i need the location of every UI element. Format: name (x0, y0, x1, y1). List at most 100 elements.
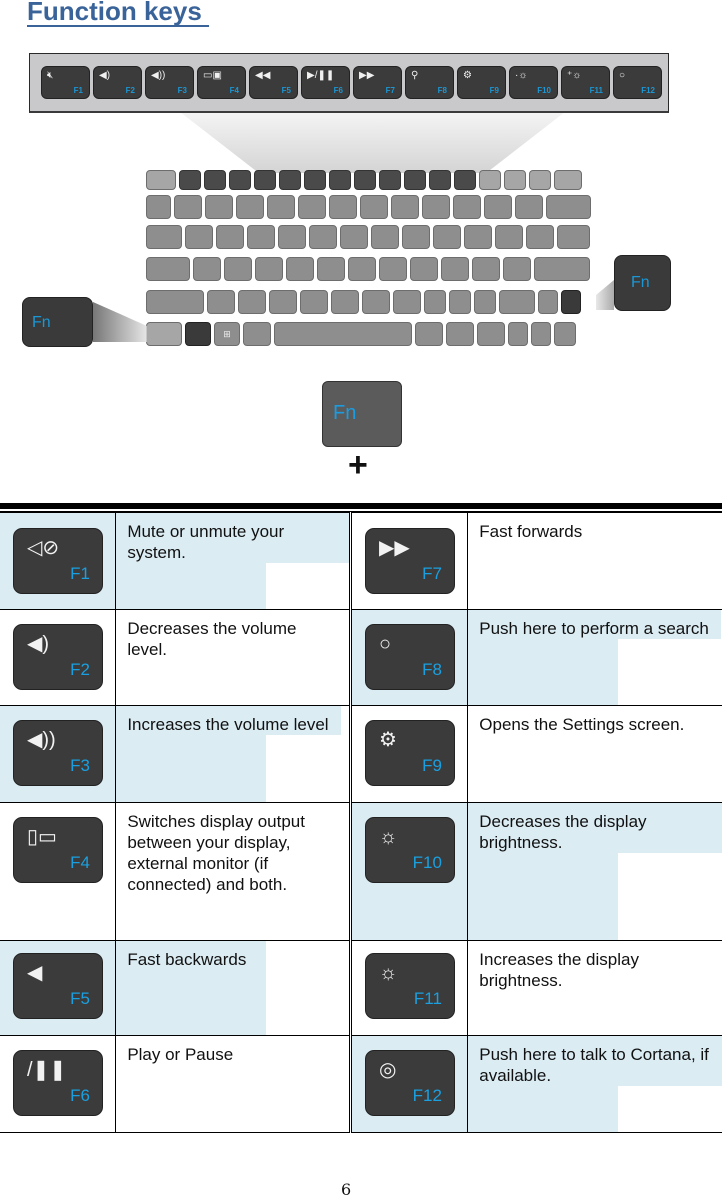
key-cell: ○ F8 (349, 609, 469, 706)
gear-icon: ⚙ (378, 729, 397, 751)
key-cell: ◀ F5 (0, 940, 117, 1036)
gear-icon: ⚙ (463, 70, 472, 81)
strip-key-f2: ◀) F2 (93, 66, 142, 99)
key-label: F8 (437, 86, 447, 95)
brightness-up-icon: ☼ (378, 962, 398, 984)
key-label: F11 (589, 86, 603, 95)
description-f5: Fast backwards (116, 941, 259, 970)
callout-beam (596, 280, 614, 310)
description-f6: Play or Pause (127, 1045, 234, 1064)
key-cell: ◁⊘ F1 (0, 512, 117, 610)
volume-up-icon: ◀)) (151, 70, 166, 81)
search-icon: ○ (378, 633, 392, 655)
fast-forward-icon: ▶▶ (359, 70, 375, 81)
key-f3: ◀)) F3 (13, 720, 103, 786)
rewind-icon: ◀ (27, 962, 43, 984)
keyboard-row-shift (146, 290, 581, 314)
keyboard-illustration: ⊞ (146, 170, 596, 348)
keyboard-row-numbers (146, 195, 591, 219)
key-label: F5 (281, 86, 291, 95)
description-cell: Push here to perform a search (467, 609, 722, 706)
description-cell: Decreases the display brightness. (467, 802, 722, 941)
key-cell: ◀) F2 (0, 609, 117, 706)
table-top-rule (0, 503, 722, 509)
mute-icon: ◁⊘ (27, 537, 60, 559)
fn-key-right (561, 290, 581, 314)
key-cell: /❚❚ F6 (0, 1035, 117, 1133)
strip-key-f7: ▶▶ F7 (353, 66, 402, 99)
description-cell: Opens the Settings screen. (467, 705, 722, 803)
keyboard-row-qwerty (146, 225, 590, 249)
key-f1: ◁⊘ F1 (13, 528, 103, 594)
key-f7: ▶▶ F7 (364, 528, 455, 594)
display-switch-icon: ▭▣ (203, 70, 222, 81)
play-pause-icon: ▶/❚❚ (307, 70, 335, 81)
play-pause-icon: /❚❚ (27, 1059, 67, 1081)
key-label: F7 (385, 86, 395, 95)
table-row: /❚❚ F6 Play or Pause ◎ F12 Push here to ta… (0, 1035, 722, 1133)
rewind-icon: ◀◀ (255, 70, 271, 81)
description-cell: Increases the display brightness. (467, 940, 722, 1036)
strip-key-f1: 🔇︎ F1 (41, 66, 90, 99)
key-f8: ○ F8 (364, 624, 455, 690)
description-f9: Opens the Settings screen. (479, 715, 685, 734)
description-f8: Push here to perform a search (468, 610, 721, 639)
keyboard-row-home (146, 257, 590, 281)
key-cell: ◀)) F3 (0, 705, 117, 803)
cortana-icon: ◎ (378, 1059, 397, 1081)
key-label: F9 (489, 86, 499, 95)
key-label: F10 (537, 86, 551, 95)
key-label: F4 (229, 86, 239, 95)
key-label: F9 (422, 756, 442, 775)
strip-key-f4: ▭▣ F4 (197, 66, 246, 99)
description-f3: Increases the volume level (116, 706, 341, 735)
volume-up-icon: ◀)) (27, 729, 56, 751)
function-key-strip: 🔇︎ F1 ◀) F2 ◀)) F3 ▭▣ F4 ◀◀ F5 ▶/❚❚ F6 ▶▶ F7 ⚲ F… (29, 53, 669, 113)
windows-icon: ⊞ (223, 328, 231, 339)
key-label: F11 (413, 989, 442, 1008)
fn-key-large: Fn (322, 381, 402, 447)
key-f2: ◀) F2 (13, 624, 103, 690)
description-cell: Play or Pause (115, 1035, 352, 1133)
key-label: F6 (333, 86, 343, 95)
brightness-up-icon: ⁺☼ (567, 70, 582, 81)
keyboard-row-bottom: ⊞ (146, 322, 576, 346)
key-f4: ▯▭ F4 (13, 817, 103, 883)
cortana-icon: ○ (619, 70, 626, 81)
key-f12: ◎ F12 (364, 1050, 455, 1116)
strip-key-f12: ○ F12 (613, 66, 662, 99)
key-cell: ▶▶ F7 (349, 512, 469, 610)
fn-label: Fn (32, 314, 51, 331)
keyboard-row-function (146, 170, 582, 190)
description-f12: Push here to talk to Cortana, if availab… (468, 1036, 722, 1086)
fn-label: Fn (333, 402, 357, 424)
strip-key-f10: ·☼ F10 (509, 66, 558, 99)
key-label: F3 (70, 756, 90, 775)
page-title: Function keys (27, 0, 210, 26)
fn-key-left (185, 322, 211, 346)
description-cell: Increases the volume level (115, 705, 352, 803)
key-label: F8 (422, 660, 442, 679)
description-f4: Switches display output between your dis… (127, 812, 305, 894)
key-f10: ☼ F10 (364, 817, 455, 883)
display-switch-icon: ▯▭ (27, 826, 57, 848)
key-f11: ☼ F11 (364, 953, 455, 1019)
search-icon: ⚲ (411, 70, 419, 81)
strip-key-f3: ◀)) F3 (145, 66, 194, 99)
description-cell: Fast forwards (467, 512, 722, 610)
description-cell: Decreases the volume level. (115, 609, 352, 706)
description-f7: Fast forwards (479, 522, 583, 541)
table-row: ◁⊘ F1 Mute or unmute your system. ▶▶ F7 Fa… (0, 512, 722, 610)
key-label: F5 (70, 989, 90, 1008)
key-label: F4 (70, 853, 90, 872)
description-cell: Fast backwards (115, 940, 352, 1036)
key-label: F6 (70, 1086, 90, 1105)
key-label: F7 (422, 564, 442, 583)
table-row: ◀) F2 Decreases the volume level. ○ F8 Pus… (0, 609, 722, 706)
key-label: F12 (412, 1086, 442, 1105)
fn-label: Fn (631, 274, 650, 291)
callout-beam (93, 302, 147, 342)
mute-icon: 🔇︎ (47, 70, 54, 81)
key-cell: ☼ F10 (349, 802, 469, 941)
key-label: F10 (412, 853, 442, 872)
